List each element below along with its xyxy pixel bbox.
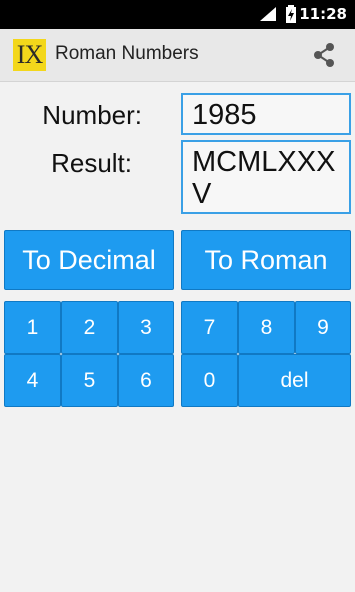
key-4-button[interactable]: 4 xyxy=(4,354,61,407)
result-field: MCMLXXXV xyxy=(181,140,351,214)
key-7-button[interactable]: 7 xyxy=(181,301,238,354)
key-5-button[interactable]: 5 xyxy=(61,354,118,407)
app-logo: IX xyxy=(13,39,46,71)
signal-icon xyxy=(260,7,276,26)
action-bar: IX Roman Numbers xyxy=(0,29,355,82)
to-roman-button[interactable]: To Roman xyxy=(181,230,351,290)
number-label: Number: xyxy=(42,100,142,130)
key-2-button[interactable]: 2 xyxy=(61,301,118,354)
delete-button[interactable]: del xyxy=(238,354,351,407)
key-1-button[interactable]: 1 xyxy=(4,301,61,354)
app-title: Roman Numbers xyxy=(55,43,199,64)
key-3-button[interactable]: 3 xyxy=(118,301,174,354)
key-8-button[interactable]: 8 xyxy=(238,301,295,354)
key-0-button[interactable]: 0 xyxy=(181,354,238,407)
status-time: 11:28 xyxy=(299,5,347,23)
status-bar: 11:28 xyxy=(0,0,355,29)
result-label: Result: xyxy=(51,148,132,178)
key-9-button[interactable]: 9 xyxy=(295,301,351,354)
key-6-button[interactable]: 6 xyxy=(118,354,174,407)
battery-charging-icon xyxy=(286,5,296,28)
share-icon[interactable] xyxy=(311,42,337,73)
to-decimal-button[interactable]: To Decimal xyxy=(4,230,174,290)
number-field[interactable]: 1985 xyxy=(181,93,351,135)
